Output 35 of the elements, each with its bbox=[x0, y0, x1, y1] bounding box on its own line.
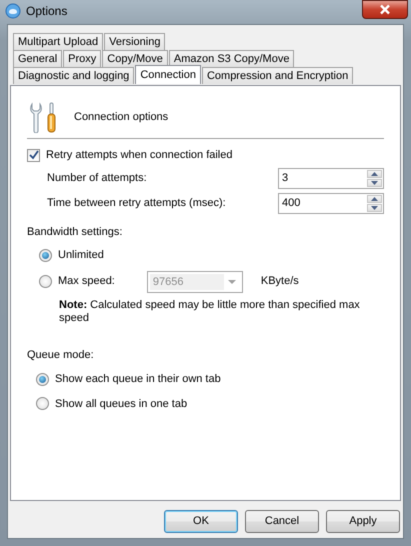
spin-field[interactable]: 400 bbox=[278, 192, 384, 214]
retry-checkbox[interactable] bbox=[27, 148, 40, 162]
tab[interactable]: General bbox=[13, 50, 62, 67]
window-title: Options bbox=[26, 2, 68, 20]
radio-label: Unlimited bbox=[58, 248, 104, 263]
note-text: Note: Calculated speed may be little more than specified max speed bbox=[58, 298, 361, 324]
tab[interactable]: Connection bbox=[135, 65, 201, 84]
group-label: Bandwidth settings: bbox=[27, 224, 124, 240]
tab[interactable]: Amazon S3 Copy/Move bbox=[168, 50, 294, 67]
radio-button[interactable] bbox=[36, 372, 49, 386]
tab[interactable]: Copy/Move bbox=[102, 50, 168, 67]
tab[interactable]: Multipart Upload bbox=[13, 33, 104, 50]
dialog-button[interactable]: Apply bbox=[326, 510, 400, 533]
dialog-button[interactable]: OK bbox=[164, 510, 238, 533]
radio-label: Show all queues in one tab bbox=[55, 396, 188, 412]
section-title: Connection options bbox=[74, 110, 168, 126]
group-label: Queue mode: bbox=[27, 348, 95, 362]
radio-button[interactable] bbox=[36, 397, 49, 410]
tab[interactable]: Diagnostic and logging bbox=[13, 67, 134, 84]
tab[interactable]: Compression and Encryption bbox=[202, 67, 354, 84]
app-icon bbox=[5, 2, 21, 18]
radio-label: Max speed: bbox=[58, 274, 115, 290]
radio-button[interactable] bbox=[39, 248, 52, 262]
close-icon bbox=[379, 4, 391, 14]
radio-button[interactable] bbox=[39, 275, 52, 288]
checkbox-label: Retry attempts when connection failed bbox=[46, 148, 232, 163]
spin-field[interactable]: 3 bbox=[278, 168, 384, 188]
close-button[interactable] bbox=[362, 0, 408, 18]
field-label: Number of attempts: bbox=[47, 170, 148, 186]
tab[interactable]: Proxy bbox=[63, 50, 102, 67]
unit-label: KByte/s bbox=[260, 274, 299, 290]
dialog-button[interactable]: Cancel bbox=[245, 510, 319, 533]
tab[interactable]: Versioning bbox=[104, 33, 166, 50]
field-label: Time between retry attempts (msec): bbox=[47, 196, 227, 211]
radio-label: Show each queue in their own tab bbox=[55, 372, 221, 387]
